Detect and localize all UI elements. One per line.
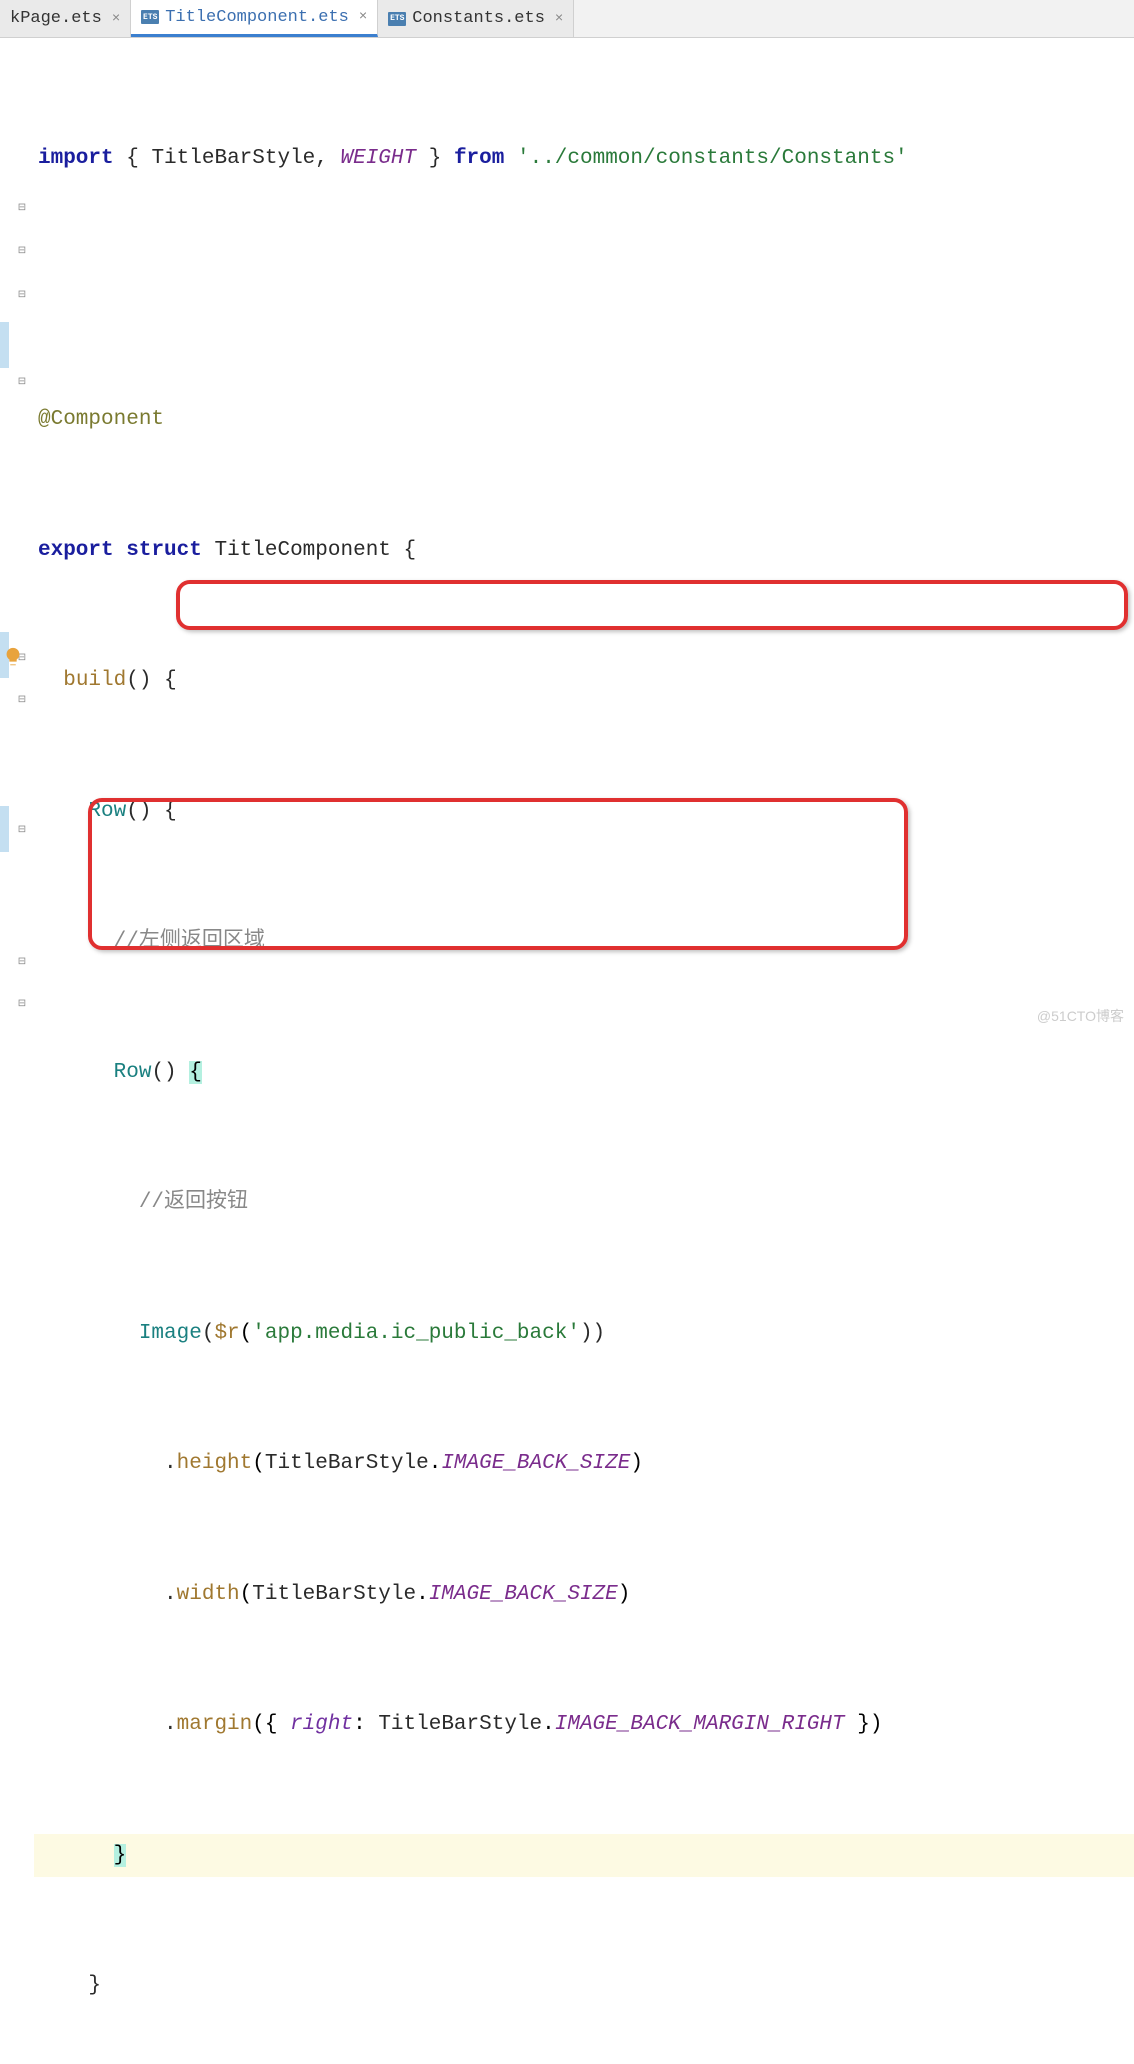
tab-label: kPage.ets xyxy=(10,9,102,28)
ets-file-icon: ETS xyxy=(141,10,159,24)
editor-tabs: kPage.ets × ETS TitleComponent.ets × ETS… xyxy=(0,0,1134,38)
code-line[interactable]: //左侧返回区域 xyxy=(34,920,1134,964)
code-line[interactable]: //返回按钮 xyxy=(34,1181,1134,1225)
intention-bulb-icon[interactable] xyxy=(2,646,24,668)
tab-label: Constants.ets xyxy=(412,9,545,28)
code-line[interactable]: Row() { xyxy=(34,790,1134,834)
ets-file-icon: ETS xyxy=(388,12,406,26)
code-line[interactable]: export struct TitleComponent { xyxy=(34,529,1134,573)
fold-icon[interactable]: ⊟ xyxy=(16,245,28,257)
change-marker xyxy=(0,806,9,852)
code-line[interactable]: Row() { xyxy=(34,1051,1134,1095)
code-line[interactable]: .margin({ right: TitleBarStyle.IMAGE_BAC… xyxy=(34,1703,1134,1747)
code-line[interactable]: } xyxy=(34,1834,1134,1878)
code-line[interactable]: import { TitleBarStyle, WEIGHT } from '.… xyxy=(34,137,1134,181)
code-line[interactable]: Image($r('app.media.ic_public_back')) xyxy=(34,1312,1134,1356)
gutter: ⊟ ⊟ ⊟ ⊟ ⊟ ⊟ ⊟ ⊟ ⊟ xyxy=(0,38,30,1032)
change-marker xyxy=(0,322,9,368)
code-line[interactable]: build() { xyxy=(34,659,1134,703)
code-line[interactable] xyxy=(34,268,1134,312)
code-line[interactable]: @Component xyxy=(34,398,1134,442)
fold-icon[interactable]: ⊟ xyxy=(16,956,28,968)
fold-icon[interactable]: ⊟ xyxy=(16,998,28,1010)
tab-titlecomponent[interactable]: ETS TitleComponent.ets × xyxy=(131,0,378,37)
highlight-box xyxy=(176,580,1128,630)
code-line[interactable]: .width(TitleBarStyle.IMAGE_BACK_SIZE) xyxy=(34,1573,1134,1617)
fold-icon[interactable]: ⊟ xyxy=(16,694,28,706)
watermark: @51CTO博客 xyxy=(1037,1006,1124,1026)
fold-icon[interactable]: ⊟ xyxy=(16,376,28,388)
tab-kpage[interactable]: kPage.ets × xyxy=(0,0,131,37)
fold-icon[interactable]: ⊟ xyxy=(16,202,28,214)
tab-constants[interactable]: ETS Constants.ets × xyxy=(378,0,574,37)
fold-icon[interactable]: ⊟ xyxy=(16,289,28,301)
fold-icon[interactable]: ⊟ xyxy=(16,824,28,836)
close-icon[interactable]: × xyxy=(112,11,120,27)
code-editor[interactable]: import { TitleBarStyle, WEIGHT } from '.… xyxy=(30,38,1134,1032)
close-icon[interactable]: × xyxy=(359,9,367,25)
tab-label: TitleComponent.ets xyxy=(165,8,349,27)
code-line[interactable]: .height(TitleBarStyle.IMAGE_BACK_SIZE) xyxy=(34,1442,1134,1486)
code-line[interactable]: } xyxy=(34,1964,1134,2008)
close-icon[interactable]: × xyxy=(555,11,563,27)
editor-area: ⊟ ⊟ ⊟ ⊟ ⊟ ⊟ ⊟ ⊟ ⊟ import { TitleBarStyle… xyxy=(0,38,1134,1032)
